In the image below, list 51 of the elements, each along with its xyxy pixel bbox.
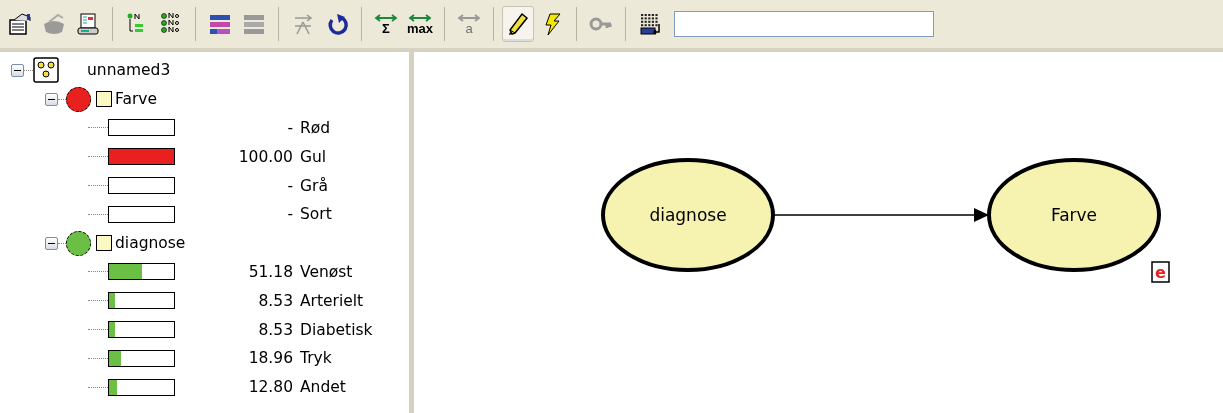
pencil-icon — [506, 12, 530, 36]
evidence-badge: e — [1151, 261, 1170, 283]
probability-value: - — [287, 205, 293, 224]
probability-value: - — [287, 176, 293, 195]
probability-value: 100.00 — [238, 147, 293, 166]
state-label: Arterielt — [300, 291, 364, 310]
state-label: Sort — [300, 205, 332, 224]
bars-icon — [242, 12, 266, 36]
node-label[interactable]: Farve — [115, 90, 158, 109]
probability-value: 51.18 — [248, 262, 293, 281]
toolbar-button[interactable]: Σ — [370, 6, 402, 42]
network-icon — [33, 57, 59, 84]
properties-icon — [8, 12, 32, 36]
node-square-icon — [96, 235, 112, 252]
state-label: Rød — [300, 119, 331, 137]
probability-bar — [108, 263, 175, 281]
table-icon — [638, 12, 662, 36]
probability-bar — [108, 292, 175, 310]
probability-value: 8.53 — [258, 320, 293, 339]
probability-value: - — [287, 119, 293, 137]
bars-icon — [208, 12, 232, 36]
toolbar-button[interactable] — [502, 6, 534, 42]
collapse-toggle[interactable] — [45, 92, 58, 106]
node-square-icon — [96, 91, 112, 108]
state-label: Gul — [300, 147, 327, 166]
state-label: Diabetisk — [300, 320, 373, 339]
toolbar-button[interactable]: max — [404, 6, 436, 42]
probability-bar — [108, 349, 175, 367]
state-label: Tryk — [300, 349, 332, 368]
state-label: Andet — [300, 378, 346, 397]
probability-bar — [108, 148, 175, 166]
state-label: Grå — [300, 176, 328, 195]
probability-bar — [108, 177, 175, 195]
probability-bar — [108, 321, 175, 339]
printer-icon — [76, 12, 100, 36]
network-name[interactable]: unnamed3 — [87, 61, 171, 80]
probability-bar — [108, 205, 175, 223]
probability-value: 18.96 — [248, 349, 293, 368]
probability-value: 8.53 — [258, 291, 293, 310]
node-label[interactable]: diagnose — [115, 234, 186, 253]
network-node[interactable] — [601, 158, 775, 272]
probability-bar — [108, 119, 175, 137]
state-label: Venøst — [300, 262, 353, 281]
node-name: diagnose — [649, 205, 727, 225]
probability-value: 12.80 — [248, 378, 293, 397]
collapse-toggle[interactable] — [45, 236, 58, 250]
node-name: Farve — [1050, 205, 1098, 225]
pot-icon — [42, 12, 66, 36]
search-field[interactable] — [674, 11, 934, 37]
collapse-toggle[interactable] — [11, 63, 24, 77]
probability-bar — [108, 378, 175, 396]
